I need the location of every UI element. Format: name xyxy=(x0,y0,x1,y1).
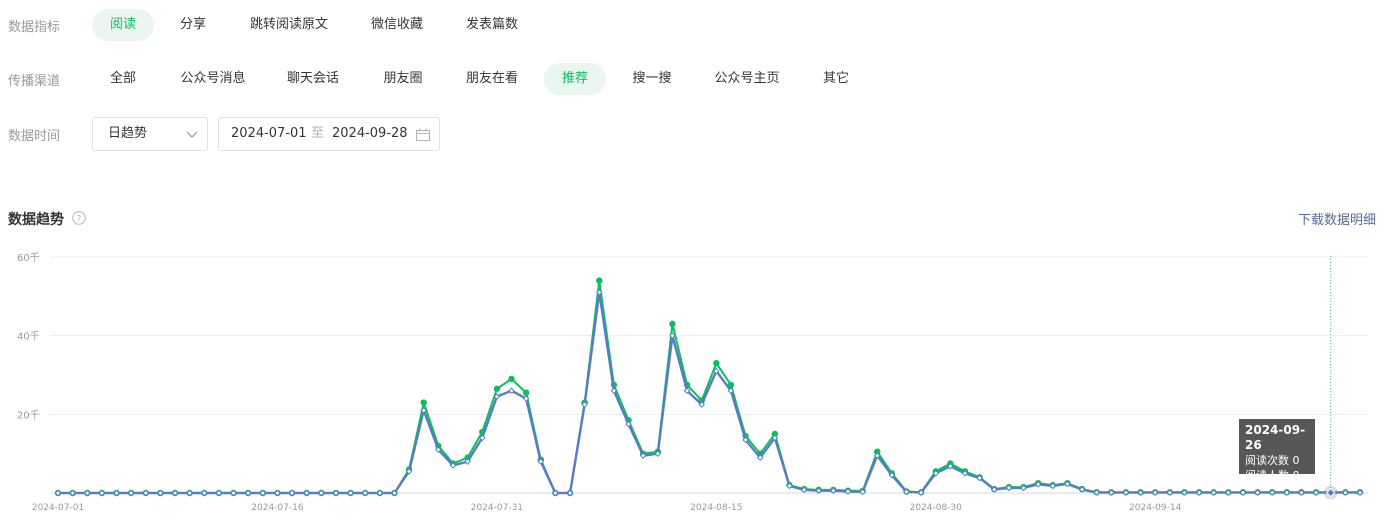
granularity-select[interactable]: 日趋势 xyxy=(92,117,208,151)
x-tick-label: 2024-08-15 xyxy=(690,503,742,513)
granularity-value: 日趋势 xyxy=(108,126,148,141)
channel-option-other[interactable]: 其它 xyxy=(811,63,861,95)
channel-option-search[interactable]: 搜一搜 xyxy=(621,63,683,95)
y-tick-label: 40千 xyxy=(17,331,40,343)
channel-option-account-home[interactable]: 公众号主页 xyxy=(704,63,790,95)
tooltip-reads: 阅读次数 0 xyxy=(1245,454,1300,467)
time-filter-row: 数据时间 日趋势 2024-07-01 至 2024-09-28 xyxy=(0,117,1385,151)
channel-filter-row: 传播渠道 全部 公众号消息 聊天会话 朋友圈 朋友在看 推荐 搜一搜 公众号主页… xyxy=(0,63,1385,95)
data-point xyxy=(420,399,427,406)
channel-option-account-message[interactable]: 公众号消息 xyxy=(170,63,256,95)
tooltip-date: 2024-09-26 xyxy=(1245,423,1306,452)
question-circle-icon[interactable]: ? xyxy=(72,211,86,225)
date-end[interactable]: 2024-09-28 xyxy=(332,118,408,150)
data-point xyxy=(508,375,515,383)
chart-grid xyxy=(50,256,1368,494)
x-tick-label: 2024-07-16 xyxy=(251,503,304,513)
hover-highlight xyxy=(1323,256,1338,500)
metric-option-posts[interactable]: 发表篇数 xyxy=(455,9,529,41)
metric-filter-label: 数据指标 xyxy=(8,20,61,35)
date-start[interactable]: 2024-07-01 xyxy=(231,118,307,150)
tooltip-readers: 阅读人数 0 xyxy=(1245,469,1300,482)
chart-series xyxy=(54,277,1364,497)
metric-option-favorites[interactable]: 微信收藏 xyxy=(360,9,434,41)
time-filter-label: 数据时间 xyxy=(8,129,61,144)
channel-option-moments[interactable]: 朋友圈 xyxy=(372,63,434,95)
data-point xyxy=(713,360,720,367)
channel-option-friends-watching[interactable]: 朋友在看 xyxy=(455,63,529,95)
x-tick-label: 2024-09-14 xyxy=(1129,503,1182,513)
svg-text:?: ? xyxy=(77,215,82,225)
channel-option-chat[interactable]: 聊天会话 xyxy=(276,63,350,95)
data-point xyxy=(522,389,530,396)
series-readers xyxy=(54,289,1364,497)
download-details-link[interactable]: 下载数据明细 xyxy=(1298,209,1376,228)
data-point xyxy=(493,385,501,392)
data-point xyxy=(669,320,676,328)
metric-option-share[interactable]: 分享 xyxy=(168,9,218,41)
metric-option-jump-original[interactable]: 跳转阅读原文 xyxy=(240,9,338,41)
x-axis-ticks: 2024-07-01 2024-07-16 2024-07-31 2024-08-15… xyxy=(32,503,1182,513)
y-tick-label: 60千 xyxy=(17,252,40,264)
y-tick-label: 20千 xyxy=(17,409,40,421)
trend-section-title: 数据趋势 xyxy=(8,212,64,228)
metric-filter-row: 数据指标 阅读 分享 跳转阅读原文 微信收藏 发表篇数 xyxy=(0,9,1385,41)
metric-option-reads[interactable]: 阅读 xyxy=(92,9,154,41)
trend-line-chart: 20千 40千 60千 2024-07-01 2024-07-16 2024-07-31… xyxy=(17,252,1368,513)
chevron-down-icon xyxy=(186,131,198,138)
date-separator: 至 xyxy=(311,126,325,141)
y-axis-ticks: 20千 40千 60千 xyxy=(17,252,40,421)
series-readers-line xyxy=(58,291,1360,495)
chart-tooltip: 2024-09-26 阅读次数 0 阅读人数 0 xyxy=(1239,419,1315,482)
x-tick-label: 2024-08-30 xyxy=(910,503,963,513)
data-point xyxy=(596,277,603,284)
channel-option-recommend[interactable]: 推荐 xyxy=(544,63,606,95)
date-range-picker[interactable]: 2024-07-01 至 2024-09-28 xyxy=(218,117,440,151)
channel-filter-label: 传播渠道 xyxy=(8,74,61,89)
calendar-icon xyxy=(416,128,430,141)
x-tick-label: 2024-07-01 xyxy=(32,503,84,513)
x-tick-label: 2024-07-31 xyxy=(471,503,523,513)
channel-option-all[interactable]: 全部 xyxy=(98,63,148,95)
